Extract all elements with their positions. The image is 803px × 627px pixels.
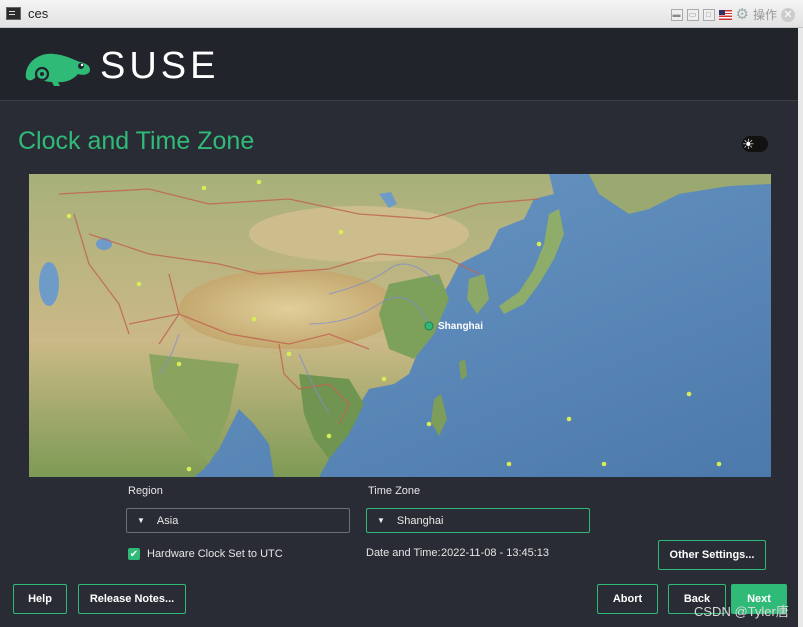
- check-icon: ✔: [129, 548, 139, 560]
- help-button[interactable]: Help: [13, 584, 67, 614]
- window-title: ces: [28, 6, 49, 21]
- chameleon-logo: [25, 53, 91, 86]
- region-value: Asia: [156, 514, 179, 527]
- suse-header: SUSE: [0, 28, 803, 101]
- abort-button[interactable]: Abort: [597, 584, 658, 614]
- dropdown-arrow-icon: ▼: [377, 516, 385, 525]
- sun-icon: ☀: [742, 136, 755, 152]
- window-edge: [798, 28, 803, 627]
- map-image[interactable]: Shanghai: [29, 174, 771, 477]
- region-label: Region: [128, 485, 163, 497]
- window-titlebar: ces ▬ ▭ □ ⚙ 操作 ✕: [0, 0, 803, 28]
- restore-icon[interactable]: ▭: [686, 8, 699, 21]
- timezone-value: Shanghai: [396, 514, 444, 527]
- dropdown-arrow-icon: ▼: [137, 516, 145, 525]
- timezone-label: Time Zone: [368, 485, 421, 497]
- timezone-map[interactable]: Shanghai: [29, 174, 771, 477]
- minimize-icon[interactable]: ▬: [670, 8, 683, 21]
- timezone-select[interactable]: ▼ Shanghai: [366, 508, 590, 533]
- hardware-clock-label[interactable]: Hardware Clock Set to UTC: [147, 548, 283, 560]
- date-time-value: 2022-11-08 - 13:45:13: [441, 547, 550, 559]
- map-marker-label: Shanghai: [438, 321, 483, 332]
- theme-toggle[interactable]: ☀: [742, 136, 768, 152]
- window-controls: ▬ ▭ □ ⚙ 操作 ✕: [670, 6, 795, 23]
- hardware-clock-checkbox[interactable]: ✔: [128, 548, 140, 560]
- watermark: CSDN @Tyler唐: [694, 604, 789, 619]
- brand-name: SUSE: [100, 45, 220, 87]
- region-select[interactable]: ▼ Asia: [126, 508, 350, 533]
- other-settings-button[interactable]: Other Settings...: [658, 540, 766, 570]
- page-title: Clock and Time Zone: [18, 127, 255, 155]
- date-time-label: Date and Time:: [366, 547, 441, 559]
- gear-icon[interactable]: ⚙: [736, 7, 749, 22]
- flag-icon[interactable]: [718, 9, 732, 20]
- maximize-icon[interactable]: □: [702, 8, 715, 21]
- close-icon[interactable]: ✕: [781, 7, 795, 22]
- ops-menu[interactable]: 操作: [753, 6, 777, 23]
- app-icon: [6, 7, 21, 20]
- release-notes-button[interactable]: Release Notes...: [78, 584, 186, 614]
